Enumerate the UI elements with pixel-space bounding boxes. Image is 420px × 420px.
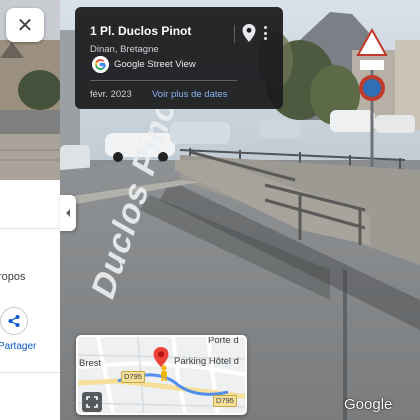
map-label-brest: Brest (79, 358, 102, 369)
fullscreen-icon (86, 396, 98, 408)
share-icon (8, 315, 20, 327)
share-button[interactable] (0, 307, 28, 335)
address-title: 1 Pl. Duclos Pinot (90, 24, 192, 38)
street-view-info-card: 1 Pl. Duclos Pinot Dinan, Bretagne Googl… (75, 7, 283, 109)
capture-date: févr. 2023 (90, 89, 132, 100)
place-side-panel: ✕ ropos Partager (0, 0, 60, 420)
road-label: D795 (213, 395, 237, 407)
road-label: D795 (121, 371, 145, 383)
chevron-left-icon (66, 209, 70, 217)
minimap[interactable]: Brest Porte d D795 D795 Parking Hôtel d (76, 335, 247, 415)
more-vert-icon (263, 37, 267, 40)
share-label[interactable]: Partager (0, 341, 36, 352)
divider (90, 80, 237, 81)
divider (0, 372, 60, 373)
expand-map-button[interactable] (82, 392, 102, 412)
more-vert-icon (263, 31, 267, 35)
tab-about[interactable]: ropos (0, 271, 26, 283)
close-icon: ✕ (16, 13, 34, 37)
see-more-dates-link[interactable]: Voir plus de dates (152, 89, 228, 100)
google-g-logo (92, 56, 109, 73)
close-button[interactable]: ✕ (6, 8, 44, 42)
collapse-panel-button[interactable] (60, 195, 76, 231)
more-options-button[interactable] (259, 23, 271, 43)
map-label-parking: Parking Hôtel d (174, 356, 239, 367)
location-pin-button[interactable] (241, 23, 257, 43)
address-subtitle: Dinan, Bretagne (90, 44, 159, 55)
pegman-icon (161, 365, 167, 381)
google-watermark: Google (344, 396, 393, 413)
map-label-porte: Porte d (208, 335, 239, 346)
imagery-source: Google Street View (114, 59, 196, 70)
divider (0, 228, 60, 229)
more-vert-icon (263, 26, 267, 29)
divider (234, 25, 235, 43)
location-pin-icon (242, 24, 256, 42)
